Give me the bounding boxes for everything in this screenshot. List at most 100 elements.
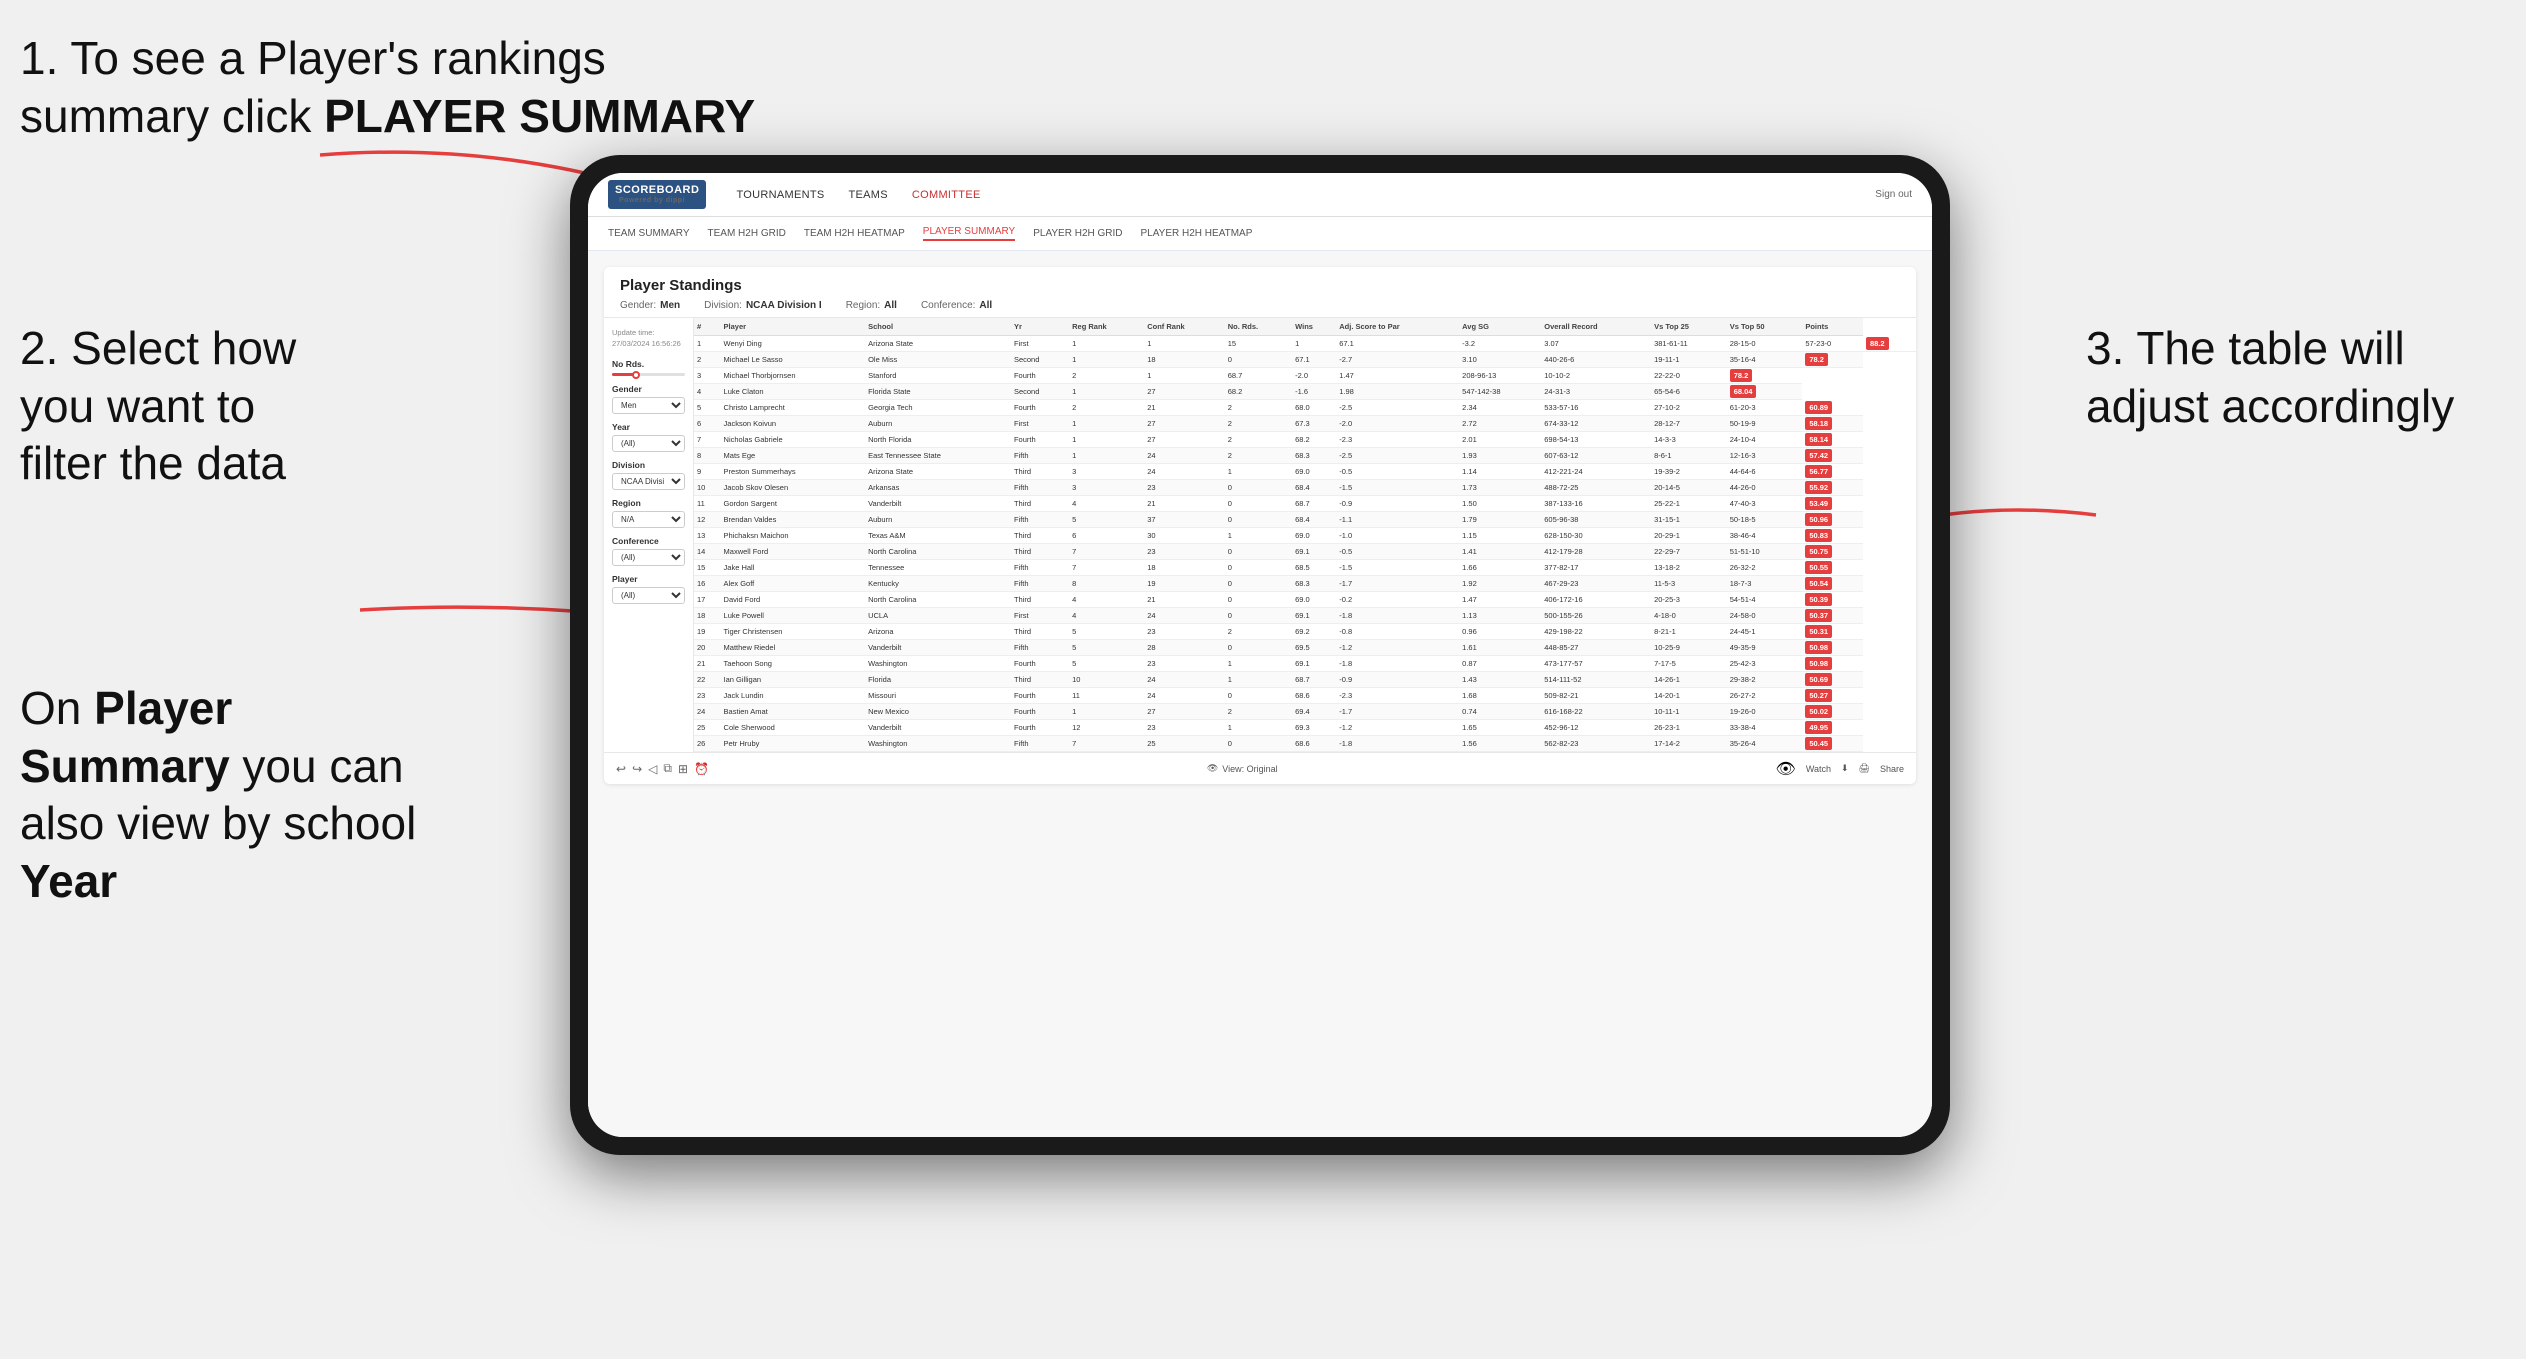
cell-22-5: 24 bbox=[1144, 688, 1224, 704]
cell-23-0: 24 bbox=[694, 704, 721, 720]
cell-21-10: 514-111-52 bbox=[1541, 672, 1651, 688]
cell-23-6: 2 bbox=[1225, 704, 1292, 720]
view-label: View: Original bbox=[1222, 764, 1277, 774]
sub-nav-team-h2h-grid[interactable]: TEAM H2H GRID bbox=[708, 228, 786, 239]
table-row: 25Cole SherwoodVanderbiltFourth1223169.3… bbox=[694, 720, 1916, 736]
cell-21-13: 50.69 bbox=[1802, 672, 1863, 688]
cell-16-3: Third bbox=[1011, 592, 1069, 608]
toolbar-paste[interactable]: ⊞ bbox=[678, 762, 688, 776]
cell-20-2: Washington bbox=[865, 656, 1011, 672]
watch-label[interactable]: Watch bbox=[1806, 764, 1831, 774]
cell-12-1: Phichaksn Maichon bbox=[721, 528, 866, 544]
cell-11-5: 37 bbox=[1144, 512, 1224, 528]
nav-sign-out[interactable]: Sign out bbox=[1875, 189, 1912, 200]
toolbar-copy[interactable]: ⧉ bbox=[663, 761, 672, 776]
toolbar-back[interactable]: ◁ bbox=[648, 762, 657, 776]
cell-17-1: Luke Powell bbox=[721, 608, 866, 624]
cell-11-9: 1.79 bbox=[1459, 512, 1541, 528]
cell-11-10: 605-96-38 bbox=[1541, 512, 1651, 528]
sub-nav-player-summary[interactable]: PLAYER SUMMARY bbox=[923, 226, 1015, 241]
sidebar-year-select[interactable]: (All) bbox=[612, 435, 685, 452]
filter-conference: Conference: All bbox=[921, 300, 992, 311]
table-row: 3Michael ThorbjornsenStanfordFourth2168.… bbox=[694, 368, 1916, 384]
toolbar-clock[interactable]: ⏰ bbox=[694, 762, 709, 776]
cell-15-4: 8 bbox=[1069, 576, 1144, 592]
cell-3-11: 65-54-6 bbox=[1651, 384, 1727, 400]
cell-1-6: 0 bbox=[1225, 352, 1292, 368]
cell-3-4: 1 bbox=[1069, 384, 1144, 400]
cell-24-7: 69.3 bbox=[1292, 720, 1336, 736]
cell-1-0: 2 bbox=[694, 352, 721, 368]
sidebar-region-select[interactable]: N/A bbox=[612, 511, 685, 528]
toolbar-undo[interactable]: ↩ bbox=[616, 762, 626, 776]
cell-24-12: 33-38-4 bbox=[1727, 720, 1803, 736]
cell-25-9: 1.56 bbox=[1459, 736, 1541, 752]
cell-3-9: 547-142-38 bbox=[1459, 384, 1541, 400]
cell-0-9: -3.2 bbox=[1459, 336, 1541, 352]
cell-10-12: 47-40-3 bbox=[1727, 496, 1803, 512]
cell-7-9: 1.93 bbox=[1459, 448, 1541, 464]
cell-22-12: 26-27-2 bbox=[1727, 688, 1803, 704]
cell-25-0: 26 bbox=[694, 736, 721, 752]
cell-13-6: 0 bbox=[1225, 544, 1292, 560]
sidebar-conference-section: Conference (All) bbox=[612, 536, 685, 566]
cell-0-12: 28-15-0 bbox=[1727, 336, 1803, 352]
download-btn[interactable]: ⬇ bbox=[1841, 763, 1849, 774]
cell-13-5: 23 bbox=[1144, 544, 1224, 560]
table-row: 26Petr HrubyWashingtonFifth725068.6-1.81… bbox=[694, 736, 1916, 752]
sidebar-division-select[interactable]: NCAA Division I bbox=[612, 473, 685, 490]
col-school: School bbox=[865, 318, 1011, 336]
cell-22-13: 50.27 bbox=[1802, 688, 1863, 704]
nav-teams[interactable]: TEAMS bbox=[849, 189, 888, 201]
toolbar-redo[interactable]: ↪ bbox=[632, 762, 642, 776]
cell-9-2: Arkansas bbox=[865, 480, 1011, 496]
cell-15-10: 467-29-23 bbox=[1541, 576, 1651, 592]
cell-18-11: 8-21-1 bbox=[1651, 624, 1727, 640]
sub-nav-team-h2h-heatmap[interactable]: TEAM H2H HEATMAP bbox=[804, 228, 905, 239]
cell-12-7: 69.0 bbox=[1292, 528, 1336, 544]
table-row: 12Brendan ValdesAuburnFifth537068.4-1.11… bbox=[694, 512, 1916, 528]
cell-18-5: 23 bbox=[1144, 624, 1224, 640]
cell-9-9: 1.73 bbox=[1459, 480, 1541, 496]
cell-9-8: -1.5 bbox=[1336, 480, 1459, 496]
sidebar-player-select[interactable]: (All) bbox=[612, 587, 685, 604]
slider[interactable] bbox=[612, 373, 685, 376]
print-btn[interactable]: 🖨 bbox=[1859, 763, 1870, 774]
sidebar-gender-select[interactable]: Men bbox=[612, 397, 685, 414]
nav-tournaments[interactable]: TOURNAMENTS bbox=[736, 189, 824, 201]
col-no-rds: No. Rds. bbox=[1225, 318, 1292, 336]
cell-23-7: 69.4 bbox=[1292, 704, 1336, 720]
cell-8-4: 3 bbox=[1069, 464, 1144, 480]
cell-7-11: 8-6-1 bbox=[1651, 448, 1727, 464]
cell-0-3: First bbox=[1011, 336, 1069, 352]
cell-9-3: Fifth bbox=[1011, 480, 1069, 496]
sub-nav-player-h2h-heatmap[interactable]: PLAYER H2H HEATMAP bbox=[1141, 228, 1253, 239]
cell-17-10: 500-155-26 bbox=[1541, 608, 1651, 624]
slider-thumb[interactable] bbox=[632, 371, 640, 379]
sub-nav-player-h2h-grid[interactable]: PLAYER H2H GRID bbox=[1033, 228, 1122, 239]
cell-13-7: 69.1 bbox=[1292, 544, 1336, 560]
cell-0-10: 3.07 bbox=[1541, 336, 1651, 352]
sidebar-conference-select[interactable]: (All) bbox=[612, 549, 685, 566]
col-points: Points bbox=[1802, 318, 1863, 336]
cell-8-8: -0.5 bbox=[1336, 464, 1459, 480]
cell-15-5: 19 bbox=[1144, 576, 1224, 592]
cell-19-4: 5 bbox=[1069, 640, 1144, 656]
cell-21-11: 14-26-1 bbox=[1651, 672, 1727, 688]
cell-19-3: Fifth bbox=[1011, 640, 1069, 656]
cell-1-10: 440-26-6 bbox=[1541, 352, 1651, 368]
share-label[interactable]: Share bbox=[1880, 764, 1904, 774]
cell-1-11: 19-11-1 bbox=[1651, 352, 1727, 368]
nav-committee[interactable]: COMMITTEE bbox=[912, 189, 981, 201]
cell-5-0: 6 bbox=[694, 416, 721, 432]
cell-9-10: 488-72-25 bbox=[1541, 480, 1651, 496]
cell-19-0: 20 bbox=[694, 640, 721, 656]
cell-25-5: 25 bbox=[1144, 736, 1224, 752]
sub-nav-team-summary[interactable]: TEAM SUMMARY bbox=[608, 228, 690, 239]
table-row: 18Luke PowellUCLAFirst424069.1-1.81.1350… bbox=[694, 608, 1916, 624]
cell-15-3: Fifth bbox=[1011, 576, 1069, 592]
cell-5-9: 2.72 bbox=[1459, 416, 1541, 432]
cell-23-9: 0.74 bbox=[1459, 704, 1541, 720]
cell-2-10: 10-10-2 bbox=[1541, 368, 1651, 384]
cell-8-9: 1.14 bbox=[1459, 464, 1541, 480]
